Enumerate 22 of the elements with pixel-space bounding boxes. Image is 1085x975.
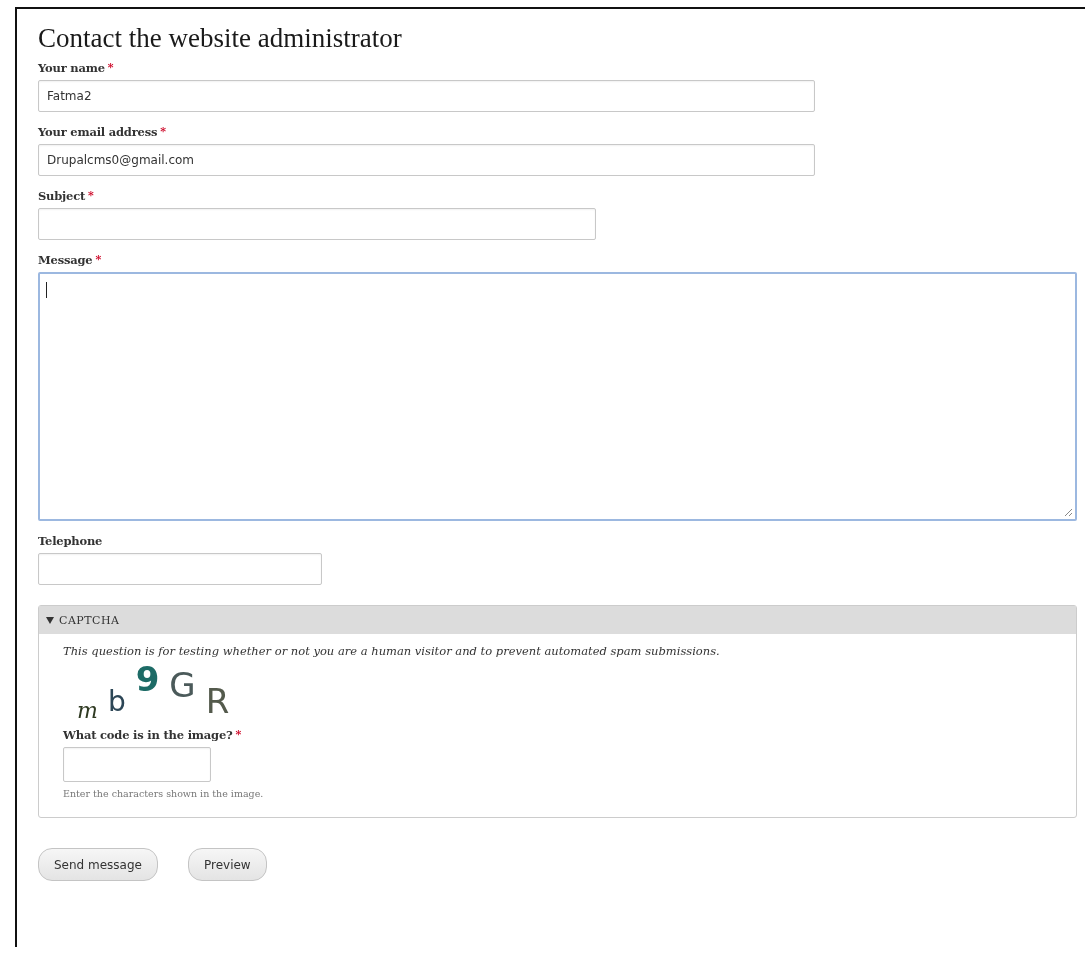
message-field[interactable] [38, 272, 1077, 521]
help-text: Enter the characters shown in the image. [63, 788, 265, 799]
field-label: Your email address * [38, 125, 167, 139]
field-label: What code is in the image? * [63, 728, 243, 742]
resize-handle-icon[interactable] [1064, 508, 1073, 517]
captcha-toggle[interactable]: CAPTCHA [39, 606, 1076, 634]
field-label: Your name * [38, 61, 115, 75]
text-field[interactable] [38, 208, 596, 240]
page-title: Contact the website administrator [38, 23, 403, 53]
text-field[interactable]: Drupalcms0@gmail.com [38, 144, 815, 176]
captcha-image: m b 9 G R [76, 662, 231, 725]
field-label: Subject * [38, 189, 95, 203]
form-button[interactable]: Send message [38, 848, 158, 881]
triangle-icon [46, 616, 54, 624]
text-field[interactable]: Fatma2 [38, 80, 815, 112]
form-button[interactable]: Preview [187, 848, 267, 881]
field-label: Telephone [38, 534, 104, 548]
field-label: Message * [38, 253, 102, 267]
captcha-legend: CAPTCHA [59, 613, 120, 627]
captcha-answer-field[interactable] [63, 747, 211, 782]
text-field[interactable] [38, 553, 322, 585]
captcha-description: This question is for testing whether or not you are a human visitor and to prevent automated spam submissions. [63, 644, 721, 658]
